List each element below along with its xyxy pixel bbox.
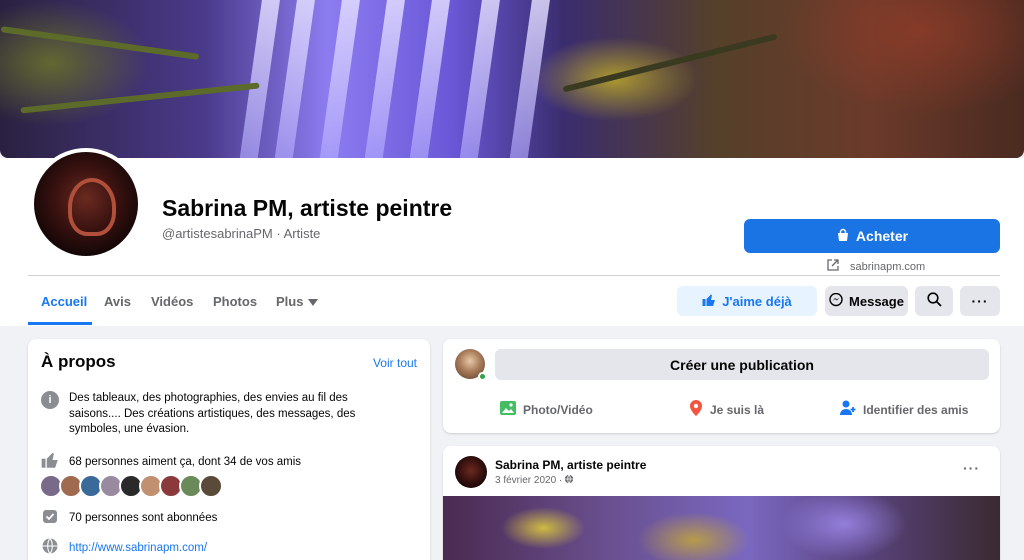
website-link[interactable]: sabrinapm.com [826, 258, 925, 275]
cover-detail [406, 0, 452, 158]
tab-accueil[interactable]: Accueil [41, 294, 87, 309]
post-meta: 3 février 2020 · [495, 474, 574, 487]
friend-avatar[interactable] [199, 474, 223, 498]
like-button-label: J'aime déjà [722, 293, 792, 309]
active-tab-indicator [28, 322, 92, 325]
checkin-button[interactable]: Je suis là [688, 399, 764, 420]
thumbs-up-icon [702, 293, 716, 310]
online-indicator [478, 372, 487, 381]
about-description-row: i Des tableaux, des photographies, des e… [41, 391, 399, 438]
cover-photo[interactable] [0, 0, 1024, 158]
post-date[interactable]: 3 février 2020 · [495, 475, 562, 486]
search-button[interactable] [915, 286, 953, 316]
post-image[interactable] [443, 496, 1000, 560]
globe-icon [564, 474, 574, 487]
post-card: Sabrina PM, artiste peintre 3 février 20… [443, 446, 1000, 560]
cover-detail [0, 26, 200, 60]
external-link-icon [826, 258, 840, 275]
create-post-input[interactable]: Créer une publication [495, 349, 989, 380]
tab-avis[interactable]: Avis [104, 294, 131, 309]
tab-more[interactable]: Plus [276, 294, 319, 309]
cover-detail [20, 82, 260, 114]
more-options-button[interactable]: ··· [960, 286, 1000, 316]
tag-friends-label: Identifier des amis [863, 402, 969, 417]
about-card: À propos Voir tout i Des tableaux, des p… [28, 339, 430, 560]
tag-friends-button[interactable]: Identifier des amis [839, 399, 968, 420]
tab-videos[interactable]: Vidéos [151, 294, 193, 309]
friends-avatars [39, 474, 223, 498]
messenger-icon [829, 292, 843, 310]
about-followers-row: 70 personnes sont abonnées [41, 507, 399, 531]
about-website-link[interactable]: http://www.sabrinapm.com/ [69, 541, 399, 557]
cover-detail [271, 0, 317, 158]
cover-detail [361, 0, 407, 158]
checkin-label: Je suis là [710, 402, 765, 417]
photo-icon [499, 399, 517, 420]
see-all-link[interactable]: Voir tout [373, 356, 417, 370]
cover-detail [236, 0, 282, 158]
profile-avatar[interactable] [30, 148, 142, 260]
message-button[interactable]: Message [825, 286, 908, 316]
post-author-name[interactable]: Sabrina PM, artiste peintre [495, 458, 646, 472]
tag-people-icon [839, 399, 857, 420]
cover-detail [316, 0, 362, 158]
shopping-bag-icon [836, 228, 850, 245]
tab-photos[interactable]: Photos [213, 294, 257, 309]
like-button[interactable]: J'aime déjà [677, 286, 817, 316]
post-options-button[interactable]: ··· [963, 460, 980, 476]
cover-detail [456, 0, 502, 158]
website-label: sabrinapm.com [850, 260, 926, 273]
thumbs-up-icon [41, 451, 59, 475]
followers-check-icon [41, 507, 59, 531]
cover-detail [506, 0, 552, 158]
search-icon [926, 292, 942, 310]
location-pin-icon [688, 399, 704, 420]
ellipsis-icon: ··· [971, 293, 989, 309]
globe-icon [41, 537, 59, 560]
about-likes-row: 68 personnes aiment ça, dont 34 de vos a… [41, 451, 399, 475]
info-icon: i [41, 391, 59, 409]
about-likes[interactable]: 68 personnes aiment ça, dont 34 de vos a… [69, 455, 399, 471]
post-author-avatar[interactable] [455, 456, 487, 488]
tab-more-label: Plus [276, 294, 304, 309]
about-followers: 70 personnes sont abonnées [69, 512, 218, 524]
about-title: À propos [41, 352, 116, 371]
buy-button-label: Acheter [855, 228, 909, 244]
cover-detail [562, 33, 778, 93]
header-divider [28, 275, 1000, 276]
caret-down-icon [308, 294, 319, 309]
page-subtitle: @artistesabrinaPM · Artiste [162, 226, 321, 241]
photo-video-label: Photo/Vidéo [523, 402, 593, 417]
message-button-label: Message [849, 293, 904, 309]
page-title: Sabrina PM, artiste peintre [162, 195, 453, 221]
create-post-card: Créer une publication Photo/Vidéo Je sui… [443, 339, 1000, 433]
about-description: Des tableaux, des photographies, des env… [69, 392, 356, 436]
about-website-row: http://www.sabrinapm.com/ [41, 537, 399, 560]
photo-video-button[interactable]: Photo/Vidéo [499, 399, 593, 420]
buy-button[interactable]: Acheter [744, 219, 1000, 253]
